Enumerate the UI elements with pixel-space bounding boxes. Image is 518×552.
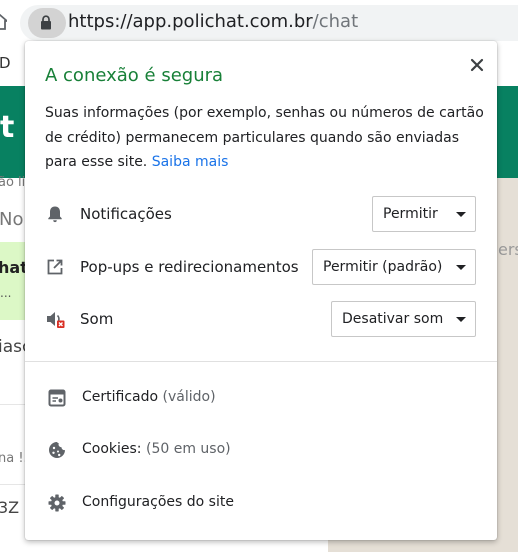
url-path: /chat <box>312 11 359 32</box>
close-icon <box>470 58 484 72</box>
bell-icon <box>45 204 65 224</box>
popups-select[interactable]: Permitir (padrão) <box>312 249 476 285</box>
connection-secure-title: A conexão é segura <box>45 65 224 86</box>
permission-row-sound: Som Desativar som <box>25 301 497 337</box>
open-in-new-icon <box>45 257 65 277</box>
certificate-label: Certificado (válido) <box>82 389 216 405</box>
popups-select-value: Permitir (padrão) <box>323 259 443 275</box>
permission-label-notifications: Notificações <box>80 205 172 223</box>
bg-header-letter: t <box>0 110 15 145</box>
bg-selected-chat <box>0 242 28 320</box>
notifications-select[interactable]: Permitir <box>372 196 476 232</box>
cookies-row[interactable]: Cookies: (50 em uso) <box>25 424 497 476</box>
bg-divider <box>0 484 28 485</box>
certificate-icon <box>47 388 67 408</box>
bg-status-text: ão li <box>0 175 26 190</box>
divider <box>25 361 497 362</box>
bg-letter: D <box>0 54 11 72</box>
site-settings-label: Configurações do site <box>82 494 234 510</box>
cookies-count: (50 em uso) <box>145 441 231 457</box>
close-button[interactable] <box>463 51 491 79</box>
bg-chat-preview: ... <box>0 286 12 300</box>
site-settings-row[interactable]: Configurações do site <box>25 477 497 529</box>
url-text[interactable]: https://app.polichat.com.br/chat <box>68 11 358 32</box>
lock-icon <box>41 15 51 30</box>
gear-icon <box>47 493 67 513</box>
cookies-label-text: Cookies: <box>82 441 142 457</box>
certificate-status: (válido) <box>162 389 216 405</box>
certificate-row[interactable]: Certificado (válido) <box>25 372 497 424</box>
permission-row-popups: Pop-ups e redirecionamentos Permitir (pa… <box>25 249 497 285</box>
description-text: Suas informações (por exemplo, senhas ou… <box>45 105 484 170</box>
permission-label-popups: Pop-ups e redirecionamentos <box>80 258 299 276</box>
connection-description: Suas informações (por exemplo, senhas ou… <box>45 101 485 175</box>
home-icon[interactable] <box>0 13 10 30</box>
chevron-down-icon <box>456 212 466 217</box>
sound-select[interactable]: Desativar som <box>331 301 476 337</box>
site-info-popup: A conexão é segura Suas informações (por… <box>25 41 497 540</box>
bg-chat-pane-text: ers <box>498 240 518 259</box>
bg-search-text: No <box>0 209 24 230</box>
site-info-button[interactable] <box>28 8 66 38</box>
bg-chat-name: hat <box>0 258 28 277</box>
learn-more-link[interactable]: Saiba mais <box>152 154 229 170</box>
sound-muted-icon <box>45 309 65 329</box>
cookies-label: Cookies: (50 em uso) <box>82 441 231 457</box>
permission-row-notifications: Notificações Permitir <box>25 196 497 232</box>
chevron-down-icon <box>456 265 466 270</box>
bg-divider <box>0 404 28 405</box>
certificate-label-text: Certificado <box>82 389 159 405</box>
permission-label-sound: Som <box>80 310 114 328</box>
notifications-select-value: Permitir <box>383 206 438 222</box>
cookie-icon <box>47 440 67 460</box>
chevron-down-icon <box>456 317 466 322</box>
sound-select-value: Desativar som <box>342 311 444 327</box>
url-host: https://app.polichat.com.br <box>68 11 313 32</box>
address-bar: https://app.polichat.com.br/chat <box>0 0 518 46</box>
